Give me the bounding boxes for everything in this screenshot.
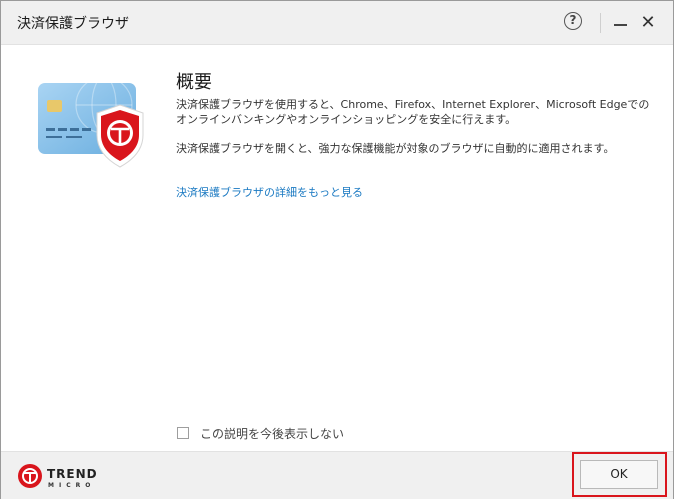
close-icon: ✕ [640, 12, 656, 33]
learn-more-link[interactable]: 決済保護ブラウザの詳細をもっと見る [176, 184, 363, 200]
trend-micro-logo-icon [18, 464, 42, 488]
dialog-window: 決済保護ブラウザ ? ✕ 概要 決済保護ブラウザを使用すると、Chrome、Fi… [0, 0, 674, 499]
description-browsers: 決済保護ブラウザを使用すると、Chrome、Firefox、Internet E… [176, 98, 650, 126]
window-title: 決済保護ブラウザ [17, 16, 129, 32]
credit-card-shield-icon [38, 83, 144, 168]
trend-micro-logo: TREND MICRO [17, 461, 99, 491]
description-protection: 決済保護ブラウザを開くと、強力な保護機能が対象のブラウザに自動的に適用されます。 [176, 142, 615, 155]
logo-wordmark: TREND [47, 467, 98, 481]
title-bar: 決済保護ブラウザ ? ✕ [1, 1, 673, 45]
close-button[interactable]: ✕ [639, 13, 657, 33]
ok-button[interactable]: OK [580, 460, 658, 489]
dont-show-label: この説明を今後表示しない [200, 426, 345, 441]
minimize-button[interactable] [614, 14, 628, 32]
dont-show-option[interactable]: この説明を今後表示しない [177, 425, 344, 441]
logo-submark: MICRO [48, 482, 96, 489]
dont-show-checkbox[interactable] [177, 427, 189, 439]
help-button[interactable]: ? [564, 12, 582, 30]
page-heading: 概要 [176, 72, 212, 93]
titlebar-divider [600, 13, 601, 33]
